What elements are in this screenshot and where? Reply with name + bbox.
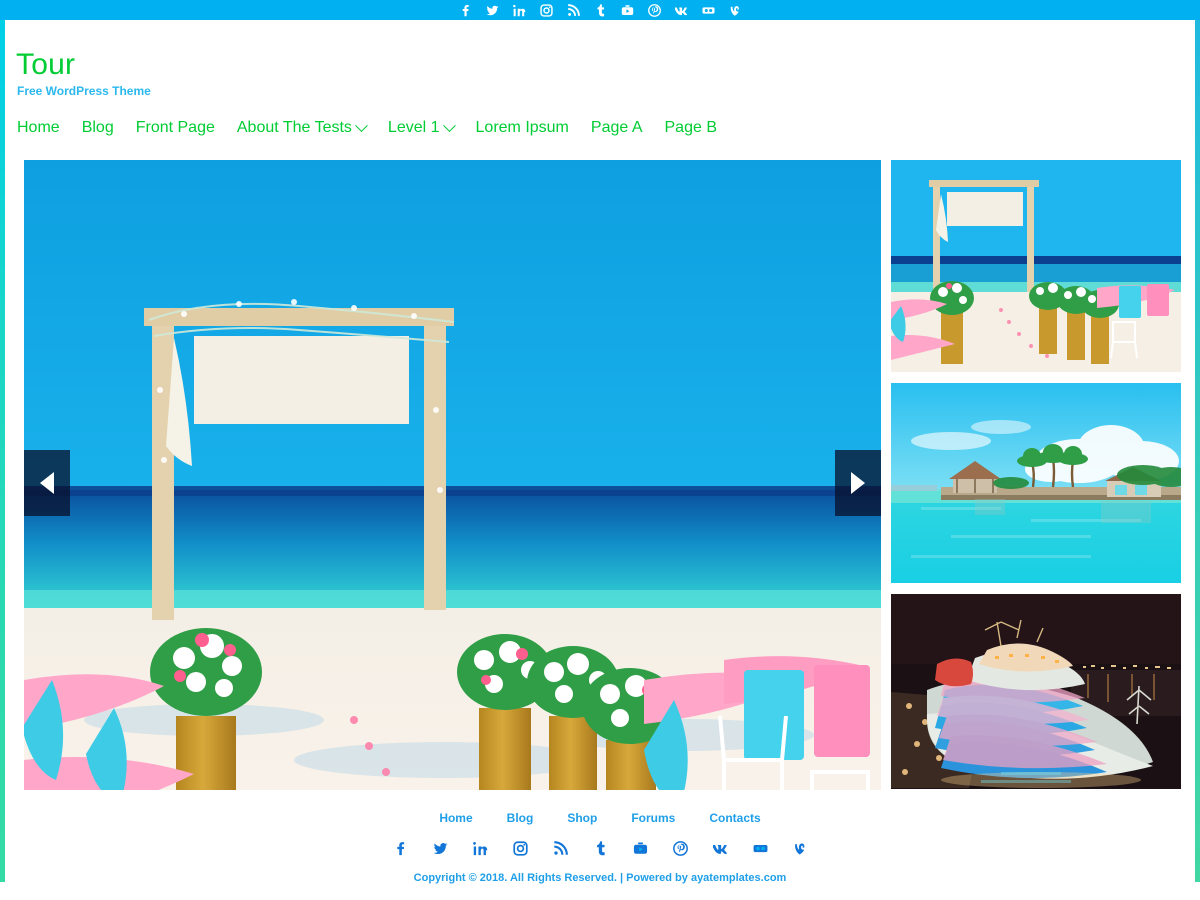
- flickr-icon[interactable]: [701, 3, 715, 17]
- site-header: Tour Free WordPress Theme Home Blog Front …: [5, 20, 1195, 150]
- pinterest-icon[interactable]: [647, 3, 661, 17]
- chevron-left-icon: [40, 472, 54, 494]
- nav-item-label: About The Tests: [236, 119, 352, 136]
- footer-flickr-icon[interactable]: [752, 840, 768, 856]
- footer-instagram-icon[interactable]: [512, 840, 528, 856]
- primary-navigation: Home Blog Front Page About The Tests Level 1…: [17, 118, 717, 138]
- copyright-text: Copyright © 2018. All Rights Reserved. |…: [413, 872, 787, 884]
- footer-vine-icon[interactable]: [792, 840, 808, 856]
- youtube-icon[interactable]: [620, 3, 634, 17]
- tumblr-icon[interactable]: [593, 3, 607, 17]
- thumbnail-item[interactable]: [891, 594, 1181, 789]
- footer-nav-item-home[interactable]: Home: [439, 811, 472, 825]
- footer-tumblr-icon[interactable]: [592, 840, 608, 856]
- footer-facebook-icon[interactable]: [392, 840, 408, 856]
- nav-item-front-page[interactable]: Front Page: [136, 118, 228, 138]
- thumbnail-item[interactable]: [891, 160, 1181, 372]
- facebook-icon[interactable]: [458, 3, 472, 17]
- beach-wedding-image: [24, 160, 881, 792]
- thumb-cruise-ship-night-image: [891, 594, 1181, 789]
- nav-item-home[interactable]: Home: [17, 118, 73, 138]
- rss-icon[interactable]: [566, 3, 580, 17]
- site-tagline: Free WordPress Theme: [17, 84, 151, 98]
- thumbnail-list: [886, 160, 1181, 792]
- slider-section: [5, 150, 1195, 792]
- nav-item-label: Page B: [664, 119, 717, 136]
- nav-item-level-1[interactable]: Level 1: [388, 118, 467, 138]
- nav-item-label: Lorem Ipsum: [475, 119, 569, 136]
- right-accent-rail: [1195, 20, 1200, 882]
- vine-icon[interactable]: [728, 3, 742, 17]
- site-footer: Home Blog Shop Forums Contacts Copyright © 2…: [5, 790, 1195, 900]
- chevron-right-icon: [851, 472, 865, 494]
- thumbnail-item[interactable]: [891, 383, 1181, 583]
- nav-item-blog[interactable]: Blog: [82, 118, 127, 138]
- footer-youtube-icon[interactable]: [632, 840, 648, 856]
- footer-twitter-icon[interactable]: [432, 840, 448, 856]
- footer-nav-item-contacts[interactable]: Contacts: [709, 811, 760, 825]
- nav-item-label: Level 1: [387, 119, 440, 136]
- nav-item-label: Front Page: [135, 119, 215, 136]
- nav-item-label: Blog: [81, 119, 114, 136]
- twitter-icon[interactable]: [485, 3, 499, 17]
- footer-vk-icon[interactable]: [712, 840, 728, 856]
- top-social-bar: [0, 0, 1200, 20]
- page-root: Tour Free WordPress Theme Home Blog Front …: [0, 0, 1200, 900]
- thumb-island-resort-lagoon-image: [891, 383, 1181, 583]
- footer-pinterest-icon[interactable]: [672, 840, 688, 856]
- footer-nav-item-forums[interactable]: Forums: [631, 811, 675, 825]
- footer-rss-icon[interactable]: [552, 840, 568, 856]
- chevron-down-icon: [442, 118, 456, 132]
- footer-nav-item-blog[interactable]: Blog: [507, 811, 534, 825]
- linkedin-icon[interactable]: [512, 3, 526, 17]
- slider-prev-button[interactable]: [24, 450, 70, 516]
- main-slider[interactable]: [24, 160, 881, 792]
- chevron-down-icon: [355, 118, 368, 132]
- instagram-icon[interactable]: [539, 3, 553, 17]
- footer-social-bar: [5, 840, 1195, 856]
- footer-nav-item-shop[interactable]: Shop: [567, 811, 597, 825]
- nav-item-page-a[interactable]: Page A: [591, 118, 656, 138]
- nav-item-lorem-ipsum[interactable]: Lorem Ipsum: [476, 118, 582, 138]
- slider-next-button[interactable]: [835, 450, 881, 516]
- nav-item-about-the-tests[interactable]: About The Tests: [237, 118, 379, 138]
- footer-linkedin-icon[interactable]: [472, 840, 488, 856]
- nav-item-page-b[interactable]: Page B: [665, 118, 717, 138]
- site-title[interactable]: Tour: [16, 48, 75, 82]
- vk-icon[interactable]: [674, 3, 688, 17]
- footer-navigation: Home Blog Shop Forums Contacts: [5, 811, 1195, 825]
- nav-item-label: Home: [17, 119, 60, 136]
- nav-item-label: Page A: [590, 119, 643, 136]
- thumb-beach-wedding-arch-image: [891, 160, 1181, 372]
